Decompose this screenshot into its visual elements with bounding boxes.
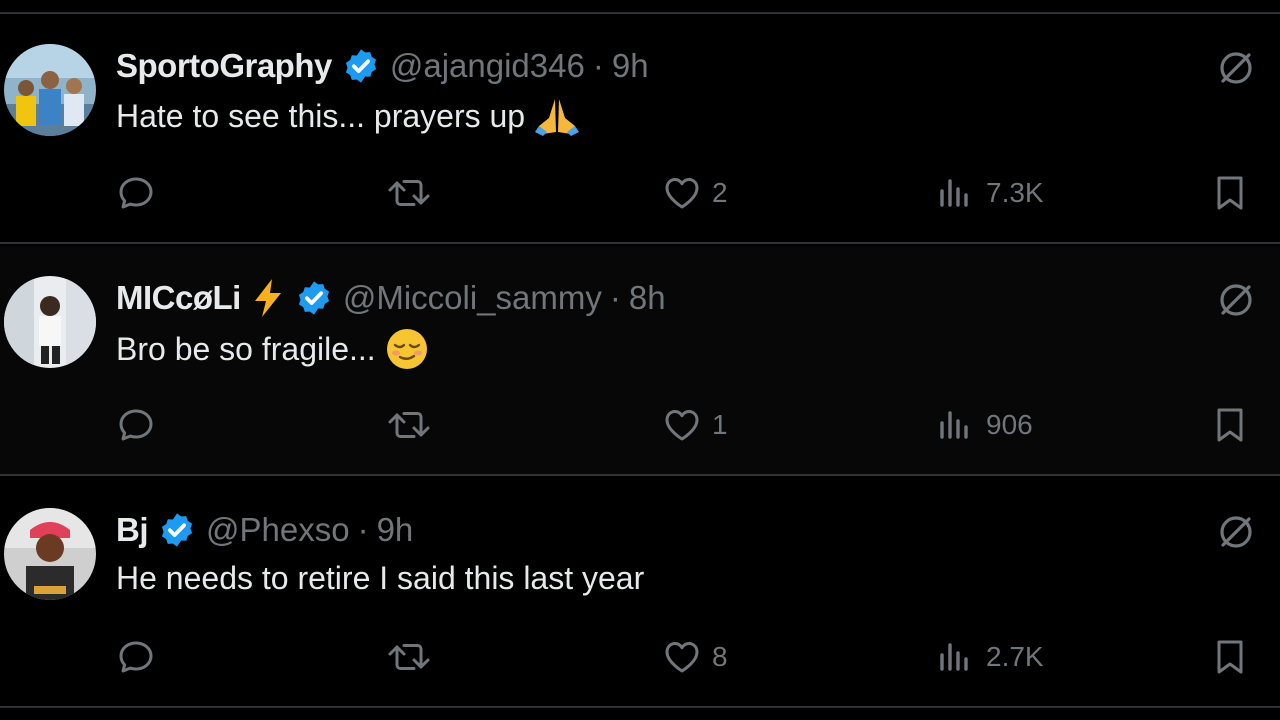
bookmark-button[interactable] (1210, 168, 1250, 218)
avatar[interactable] (4, 508, 96, 600)
reply-text: Hate to see this... prayers up (116, 97, 526, 134)
verified-badge-icon (342, 47, 380, 85)
heart-icon (662, 637, 702, 677)
comment-icon (116, 173, 156, 213)
reply-text: He needs to retire I said this last year (116, 560, 645, 596)
display-name[interactable]: MICcøLi (116, 279, 241, 317)
like-count: 2 (712, 177, 728, 208)
folded-hands-icon (535, 96, 580, 136)
like-button[interactable]: 8 (662, 632, 728, 682)
reply-text-row: He needs to retire I said this last year (116, 560, 644, 597)
analytics-icon (936, 173, 976, 213)
view-count: 7.3K (986, 177, 1044, 208)
verified-badge-icon (295, 279, 333, 317)
like-button[interactable]: 2 (662, 168, 728, 218)
timestamp[interactable]: 8h (629, 279, 666, 317)
reply-item[interactable]: SportoGraphy @ajangid346 · 9h Hate to se… (0, 14, 1280, 244)
reply-text-row: Hate to see this... prayers up (116, 96, 580, 136)
grok-icon[interactable] (1216, 280, 1256, 320)
user-handle[interactable]: @Phexso (206, 511, 350, 549)
reply-text: Bro be so fragile... (116, 330, 376, 367)
verified-badge-icon (158, 511, 196, 549)
view-count: 2.7K (986, 641, 1044, 672)
timestamp[interactable]: 9h (612, 47, 649, 85)
replies-feed: SportoGraphy @ajangid346 · 9h Hate to se… (0, 0, 1280, 720)
bookmark-button[interactable] (1210, 632, 1250, 682)
view-count: 906 (986, 409, 1033, 440)
separator-dot: · (592, 47, 604, 84)
action-bar: 1 906 (0, 400, 1280, 450)
comment-icon (116, 405, 156, 445)
separator-dot: · (609, 279, 621, 316)
views-button[interactable]: 7.3K (936, 168, 1044, 218)
grok-icon[interactable] (1216, 48, 1256, 88)
reply-header: Bj @Phexso · 9h (116, 508, 413, 552)
heart-icon (662, 405, 702, 445)
bookmark-button[interactable] (1210, 400, 1250, 450)
avatar[interactable] (4, 44, 96, 136)
like-button[interactable]: 1 (662, 400, 728, 450)
like-count: 1 (712, 409, 728, 440)
comment-icon (116, 637, 156, 677)
reply-item[interactable]: Bj @Phexso · 9h He needs to retire I sai… (0, 478, 1280, 708)
display-name[interactable]: Bj (116, 511, 149, 549)
repost-icon (386, 637, 432, 677)
reply-button[interactable] (116, 168, 156, 218)
bookmark-icon (1210, 637, 1250, 677)
views-button[interactable]: 906 (936, 400, 1033, 450)
like-count: 8 (712, 641, 728, 672)
bookmark-icon (1210, 405, 1250, 445)
repost-icon (386, 173, 432, 213)
timestamp[interactable]: 9h (377, 511, 414, 549)
reply-button[interactable] (116, 400, 156, 450)
reply-button[interactable] (116, 632, 156, 682)
separator-dot: · (357, 511, 369, 548)
analytics-icon (936, 637, 976, 677)
relieved-face-icon (386, 328, 428, 370)
repost-button[interactable] (386, 168, 432, 218)
action-bar: 2 7.3K (0, 168, 1280, 218)
views-button[interactable]: 2.7K (936, 632, 1044, 682)
avatar[interactable] (4, 276, 96, 368)
repost-button[interactable] (386, 400, 432, 450)
action-bar: 8 2.7K (0, 632, 1280, 682)
grok-icon[interactable] (1216, 512, 1256, 552)
reply-text-row: Bro be so fragile... (116, 328, 428, 370)
repost-icon (386, 405, 432, 445)
user-handle[interactable]: @ajangid346 (390, 47, 585, 85)
bookmark-icon (1210, 173, 1250, 213)
reply-header: MICcøLi @Miccoli_sammy · 8h (116, 276, 666, 320)
repost-button[interactable] (386, 632, 432, 682)
reply-item[interactable]: MICcøLi @Miccoli_sammy · 8h Bro be so fr… (0, 246, 1280, 476)
display-name[interactable]: SportoGraphy (116, 47, 332, 85)
heart-icon (662, 173, 702, 213)
lightning-bolt-icon (251, 278, 285, 318)
user-handle[interactable]: @Miccoli_sammy (343, 279, 602, 317)
analytics-icon (936, 405, 976, 445)
reply-header: SportoGraphy @ajangid346 · 9h (116, 44, 649, 88)
